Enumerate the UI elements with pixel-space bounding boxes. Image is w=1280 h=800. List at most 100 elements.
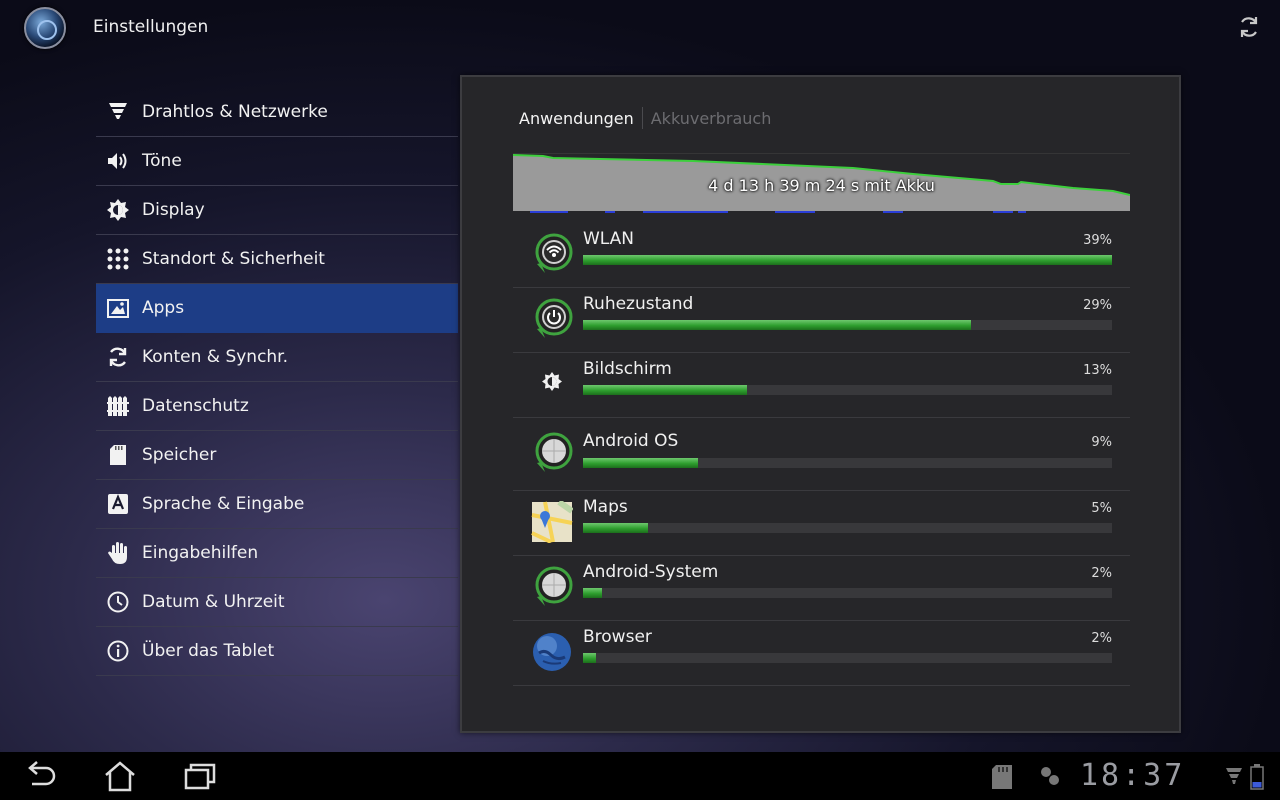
menu-item-date-time[interactable]: Datum & Uhrzeit <box>96 578 458 627</box>
maps-icon <box>531 501 573 543</box>
menu-item-display[interactable]: Display <box>96 186 458 235</box>
brightness-icon <box>542 372 562 391</box>
menu-label: Apps <box>142 298 185 318</box>
wifi-icon <box>106 100 130 124</box>
hand-icon <box>106 541 130 565</box>
android-wifi-icon <box>535 233 573 273</box>
usage-row-sleep[interactable]: Ruhezustand 29% <box>513 288 1130 353</box>
usage-row-android-os[interactable]: Android OS 9% <box>513 418 1130 491</box>
usage-name: Maps <box>583 497 628 517</box>
usage-bar <box>583 320 1112 330</box>
menu-item-apps[interactable]: Apps <box>96 284 458 333</box>
usage-percent: 29% <box>1083 298 1112 313</box>
usage-row-maps[interactable]: Maps 5% <box>513 491 1130 556</box>
menu-label: Töne <box>142 151 182 171</box>
usage-percent: 5% <box>1091 501 1112 516</box>
page-title: Einstellungen <box>93 17 209 37</box>
usage-name: Ruhezustand <box>583 294 694 314</box>
system-bar: 18:37 <box>0 752 1280 800</box>
wifi-status-icon <box>1226 768 1242 784</box>
awake-indicator-strip <box>530 211 1026 214</box>
menu-item-accessibility[interactable]: Eingabehilfen <box>96 529 458 578</box>
menu-label: Datum & Uhrzeit <box>142 592 285 612</box>
usage-row-android-system[interactable]: Android-System 2% <box>513 556 1130 621</box>
back-icon[interactable] <box>20 760 60 792</box>
usage-bar-fill <box>583 320 972 330</box>
usage-bar <box>583 385 1112 395</box>
battery-icon <box>1250 764 1264 790</box>
menu-label: Datenschutz <box>142 396 249 416</box>
menu-item-accounts-sync[interactable]: Konten & Synchr. <box>96 333 458 382</box>
sdcard-icon <box>106 443 130 467</box>
brightness-icon <box>106 198 130 222</box>
panel-tabs: Anwendungen Akkuverbrauch <box>519 107 771 129</box>
battery-history-graph[interactable]: 4 d 13 h 39 m 24 s mit Akku <box>512 152 1131 214</box>
fence-icon <box>106 394 130 418</box>
recent-apps-icon[interactable] <box>180 760 220 792</box>
speaker-icon <box>106 149 130 173</box>
grid-icon <box>106 247 130 271</box>
globe-icon <box>533 633 571 671</box>
usage-bar-fill <box>583 588 603 598</box>
home-icon[interactable] <box>100 760 140 792</box>
settings-menu: Drahtlos & Netzwerke Töne Display Stando… <box>96 88 458 676</box>
android-os-icon <box>535 432 573 472</box>
usage-row-wlan[interactable]: WLAN 39% <box>513 223 1130 288</box>
usage-bar <box>583 588 1112 598</box>
usage-name: Browser <box>583 627 652 647</box>
usage-percent: 9% <box>1091 435 1112 450</box>
battery-duration-label: 4 d 13 h 39 m 24 s mit Akku <box>708 176 935 195</box>
menu-label: Eingabehilfen <box>142 543 259 563</box>
menu-item-wireless[interactable]: Drahtlos & Netzwerke <box>96 88 458 137</box>
info-icon <box>106 639 130 663</box>
usage-percent: 2% <box>1091 631 1112 646</box>
sync-icon <box>106 345 130 369</box>
clock[interactable]: 18:37 <box>1080 758 1185 793</box>
usage-bar-fill <box>583 523 649 533</box>
keyboard-a-icon <box>106 492 130 516</box>
menu-label: Konten & Synchr. <box>142 347 289 367</box>
sdcard-status-icon <box>992 765 1012 789</box>
action-bar: Einstellungen <box>0 0 1280 56</box>
usage-bar <box>583 653 1112 663</box>
menu-item-storage[interactable]: Speicher <box>96 431 458 480</box>
menu-label: Sprache & Eingabe <box>142 494 305 514</box>
tab-divider <box>641 107 643 129</box>
usage-percent: 13% <box>1083 363 1112 378</box>
usage-bar-fill <box>583 458 699 468</box>
clock-icon <box>106 590 130 614</box>
android-power-icon <box>535 298 573 338</box>
tab-battery-usage[interactable]: Akkuverbrauch <box>651 109 772 128</box>
apps-icon <box>106 296 130 320</box>
usage-name: Bildschirm <box>583 359 672 379</box>
refresh-icon[interactable] <box>1236 14 1262 40</box>
battery-usage-panel: Anwendungen Akkuverbrauch 4 d 13 h 39 m … <box>460 75 1181 733</box>
tab-applications[interactable]: Anwendungen <box>519 109 634 128</box>
usage-name: Android OS <box>583 431 679 451</box>
usage-bar <box>583 523 1112 533</box>
usage-bar <box>583 458 1112 468</box>
menu-item-privacy[interactable]: Datenschutz <box>96 382 458 431</box>
menu-item-sounds[interactable]: Töne <box>96 137 458 186</box>
usage-name: WLAN <box>583 229 635 249</box>
sync-status-icon <box>1041 767 1059 785</box>
usage-row-browser[interactable]: Browser 2% <box>513 621 1130 686</box>
battery-usage-list: WLAN 39% Ruhezustand 29% Bildschirm 13% <box>513 223 1130 686</box>
settings-app-icon[interactable] <box>24 7 66 49</box>
menu-item-language-input[interactable]: Sprache & Eingabe <box>96 480 458 529</box>
usage-percent: 2% <box>1091 566 1112 581</box>
usage-bar-fill <box>583 653 597 663</box>
android-system-icon <box>535 566 573 606</box>
menu-label: Über das Tablet <box>142 641 275 661</box>
menu-label: Standort & Sicherheit <box>142 249 325 269</box>
menu-label: Drahtlos & Netzwerke <box>142 102 328 122</box>
menu-label: Speicher <box>142 445 217 465</box>
usage-name: Android-System <box>583 562 719 582</box>
usage-row-screen[interactable]: Bildschirm 13% <box>513 353 1130 418</box>
menu-item-location-security[interactable]: Standort & Sicherheit <box>96 235 458 284</box>
menu-item-about-tablet[interactable]: Über das Tablet <box>96 627 458 676</box>
menu-label: Display <box>142 200 205 220</box>
usage-percent: 39% <box>1083 233 1112 248</box>
usage-bar-fill <box>583 385 747 395</box>
usage-bar <box>583 255 1112 265</box>
